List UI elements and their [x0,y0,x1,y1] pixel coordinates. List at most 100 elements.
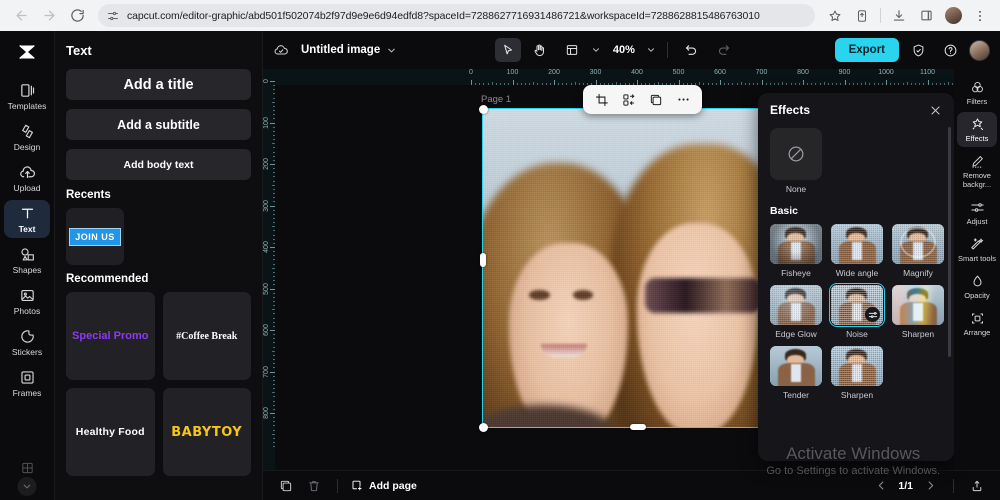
recommended-item-babytoy[interactable]: BABYTOY [162,388,251,476]
privacy-shield-icon[interactable] [905,38,931,62]
export-up-icon[interactable] [966,476,988,496]
recent-text-item[interactable]: JOIN US [66,208,124,265]
effect-thumbnail [892,285,944,325]
effect-item-sharpen[interactable]: Sharpen [892,285,944,339]
artboard-selected-image[interactable] [482,108,774,428]
selection-handle-top-left[interactable] [478,104,488,114]
tool-item-filters[interactable]: Filters [957,75,997,110]
more-horizontal-icon[interactable] [671,89,695,111]
redo-button[interactable] [711,38,737,62]
tool-item-label: Remove backgr... [962,171,992,189]
frames-icon [19,369,36,386]
tool-item-arrange[interactable]: Arrange [957,306,997,341]
duplicate-icon[interactable] [644,89,668,111]
document-title[interactable]: Untitled image [301,44,380,56]
effect-item-tender[interactable]: Tender [770,346,822,400]
effect-item-label: None [785,184,807,194]
no-effect-icon [770,128,822,180]
apps-grid-icon[interactable] [20,461,34,475]
sidebar-item-label: Stickers [11,347,43,357]
sidebar-item-upload[interactable]: Upload [4,159,50,197]
share-tab-icon[interactable] [850,4,874,28]
selection-handle-middle-left[interactable] [480,253,486,267]
delete-page-icon[interactable] [303,476,325,496]
sidebar-item-stickers[interactable]: Stickers [4,323,50,361]
sidebar-item-label: Upload [13,183,41,193]
left-nav-rail: Templates Design Upload Text Shapes Phot… [0,31,55,500]
recommended-item-special-promo[interactable]: Special Promo [66,292,155,380]
zoom-chevron-down-icon[interactable] [646,45,656,55]
effect-item-wide-angle[interactable]: Wide angle [831,224,883,278]
close-icon[interactable] [929,104,942,117]
undo-button[interactable] [679,38,705,62]
add-page-label: Add page [369,479,417,492]
app-body: Templates Design Upload Text Shapes Phot… [0,31,1000,500]
duplicate-page-icon[interactable] [275,476,297,496]
tool-item-effects[interactable]: Effects [957,112,997,147]
stickers-icon [19,328,36,345]
site-settings-icon[interactable] [107,10,119,22]
capcut-logo-icon[interactable] [12,37,42,67]
effect-settings-icon[interactable] [865,307,880,322]
effect-item-sharpen-2[interactable]: Sharpen [831,346,883,400]
panel-title: Text [66,43,92,58]
effects-scroll-region[interactable]: None Basic Fisheye Wide angle Magnify Ed… [758,128,954,448]
omnibox[interactable]: capcut.com/editor-graphic/abd501f502074b… [98,4,815,27]
selection-handle-bottom-left[interactable] [478,422,488,432]
browser-reload-button[interactable] [64,3,90,29]
ruler-tick-label: 1000 [878,69,894,76]
add-page-button[interactable]: Add page [350,479,417,492]
browser-back-button[interactable] [8,3,34,29]
select-tool-button[interactable] [494,38,521,62]
effect-item-magnify[interactable]: Magnify [892,224,944,278]
recent-item-label: JOIN US [69,227,121,246]
sidebar-item-templates[interactable]: Templates [4,77,50,115]
zoom-level-value[interactable]: 40% [613,44,635,56]
layout-tool-button[interactable] [559,38,585,62]
tool-item-adjust[interactable]: Adjust [957,195,997,230]
hand-tool-button[interactable] [527,38,553,62]
replace-icon[interactable] [617,89,641,111]
profile-avatar[interactable] [941,4,965,28]
sidebar-item-frames[interactable]: Frames [4,364,50,402]
tool-item-smart-tools[interactable]: Smart tools [957,232,997,267]
next-page-icon[interactable] [919,476,941,496]
previous-page-icon[interactable] [870,476,892,496]
help-icon[interactable] [937,38,963,62]
effect-item-none[interactable]: None [770,128,822,194]
effect-item-fisheye[interactable]: Fisheye [770,224,822,278]
layout-chevron-down-icon[interactable] [591,45,601,55]
sidebar-item-shapes[interactable]: Shapes [4,241,50,279]
effects-scrollbar[interactable] [948,127,951,357]
sidebar-item-label: Frames [12,388,42,398]
sidebar-expand-button[interactable] [17,477,37,496]
add-a-subtitle-button[interactable]: Add a subtitle [66,109,251,140]
sidebar-item-text[interactable]: Text [4,200,50,238]
tool-item-label: Arrange [963,328,991,337]
user-avatar[interactable] [969,39,990,61]
crop-icon[interactable] [590,89,614,111]
tool-item-opacity[interactable]: Opacity [957,269,997,304]
sidebar-item-design[interactable]: Design [4,118,50,156]
horizontal-ruler: 0 100 200 300 400 500 600 700 800 900 1000 1100 [275,69,1000,85]
tool-item-label: Smart tools [958,254,996,263]
browser-forward-button[interactable] [36,3,62,29]
sidebar-item-photos[interactable]: Photos [4,282,50,320]
chrome-menu-icon[interactable] [968,4,992,28]
effect-item-noise[interactable]: Noise [829,283,885,339]
selection-handle-bottom-center[interactable] [630,424,646,430]
page-indicator: 1/1 [898,479,913,492]
recommended-item-coffee-break[interactable]: #Coffee Break [162,292,251,380]
downloads-icon[interactable] [887,4,911,28]
add-body-text-button[interactable]: Add body text [66,149,251,180]
bookmark-star-icon[interactable] [823,4,847,28]
export-button[interactable]: Export [834,38,899,62]
effect-item-edge-glow[interactable]: Edge Glow [770,285,822,339]
add-a-title-button[interactable]: Add a title [66,69,251,100]
smart-tools-icon [970,237,985,252]
tool-item-remove-background[interactable]: Remove backgr... [957,149,997,193]
side-panel-icon[interactable] [914,4,938,28]
chevron-down-icon[interactable] [386,45,397,56]
recommended-item-healthy-food[interactable]: Healthy Food [66,388,155,476]
cloud-saved-icon [273,42,289,58]
